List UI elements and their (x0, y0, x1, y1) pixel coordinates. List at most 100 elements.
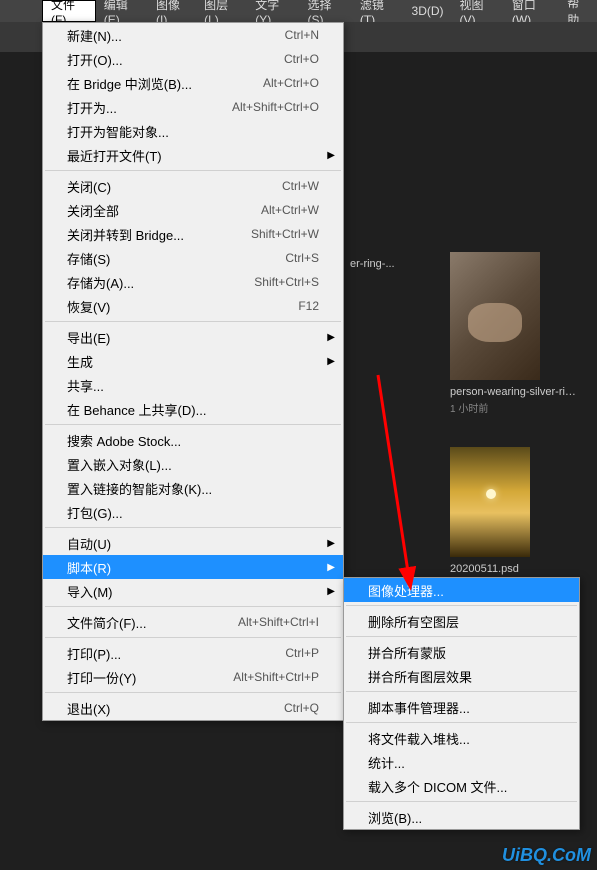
menu-item-shortcut: Alt+Shift+Ctrl+I (238, 615, 319, 629)
menu-item-label: 最近打开文件(T) (67, 146, 162, 165)
menu-item[interactable]: 置入链接的智能对象(K)... (43, 476, 343, 500)
menu-separator (45, 424, 341, 425)
menu-item[interactable]: 打印一份(Y)Alt+Shift+Ctrl+P (43, 665, 343, 689)
menubar-item[interactable]: 滤镜(T) (352, 0, 404, 22)
recent-file-card[interactable]: person-wearing-silver-rin... 1 小时前 (450, 252, 580, 415)
menubar: 文件(F)编辑(E)图像(I)图层(L)文字(Y)选择(S)滤镜(T)3D(D)… (0, 0, 597, 22)
menu-item[interactable]: 自动(U) ▶ (43, 531, 343, 555)
menu-item-label: 打包(G)... (67, 503, 123, 522)
menu-separator (45, 637, 341, 638)
menu-item-shortcut: Ctrl+S (285, 251, 319, 265)
menu-item-label: 打印(P)... (67, 644, 121, 663)
menu-item-label: 恢复(V) (67, 297, 110, 316)
menu-item-label: 文件简介(F)... (67, 613, 146, 632)
menu-item-label: 关闭全部 (67, 201, 119, 220)
menubar-item[interactable]: 文件(F) (42, 0, 96, 22)
scripts-submenu: 图像处理器... 删除所有空图层拼合所有蒙版拼合所有图层效果脚本事件管理器... 将… (343, 577, 580, 830)
menu-item[interactable]: 打包(G)... (43, 500, 343, 524)
menu-item[interactable]: 浏览(B)... (344, 805, 579, 829)
menu-item-label: 新建(N)... (67, 26, 122, 45)
menubar-item[interactable]: 图层(L) (196, 0, 247, 22)
menu-item[interactable]: 关闭并转到 Bridge...Shift+Ctrl+W (43, 222, 343, 246)
file-menu-dropdown: 新建(N)... Ctrl+N 打开(O)...Ctrl+O在 Bridge 中浏览… (42, 22, 344, 721)
menu-item[interactable]: 在 Bridge 中浏览(B)...Alt+Ctrl+O (43, 71, 343, 95)
menu-item-label: 自动(U) (67, 534, 111, 553)
menu-item[interactable]: 将文件载入堆栈... (344, 726, 579, 750)
menu-item[interactable]: 导出(E) ▶ (43, 325, 343, 349)
menu-item[interactable]: 最近打开文件(T) ▶ (43, 143, 343, 167)
submenu-arrow-icon: ▶ (327, 356, 335, 367)
menu-item[interactable]: 恢复(V)F12 (43, 294, 343, 318)
recent-file-card[interactable]: er-ring-... (350, 252, 410, 270)
menu-item-label: 删除所有空图层 (368, 612, 459, 631)
menu-item[interactable]: 导入(M) ▶ (43, 579, 343, 603)
menu-item[interactable]: 打开(O)...Ctrl+O (43, 47, 343, 71)
menu-item[interactable]: 统计... (344, 750, 579, 774)
menu-item-label: 生成 (67, 352, 93, 371)
menu-item-label: 关闭(C) (67, 177, 111, 196)
menu-item[interactable]: 打开为...Alt+Shift+Ctrl+O (43, 95, 343, 119)
menu-item[interactable]: 载入多个 DICOM 文件... (344, 774, 579, 798)
menu-item-label: 导入(M) (67, 582, 113, 601)
menu-item[interactable]: 脚本(R)▶ (43, 555, 343, 579)
menu-item-label: 关闭并转到 Bridge... (67, 225, 184, 244)
menu-item[interactable]: 置入嵌入对象(L)... (43, 452, 343, 476)
menu-item[interactable]: 脚本事件管理器... (344, 695, 579, 719)
thumb-label: person-wearing-silver-rin... (450, 386, 580, 398)
menu-item[interactable]: 打印(P)...Ctrl+P (43, 641, 343, 665)
menu-item[interactable]: 退出(X)Ctrl+Q (43, 696, 343, 720)
menu-item[interactable]: 关闭(C) Ctrl+W (43, 174, 343, 198)
thumb-image (450, 447, 530, 557)
menu-item-shortcut: Alt+Ctrl+W (261, 203, 319, 217)
menubar-item[interactable]: 帮助 (559, 0, 597, 22)
menu-item-label: 置入嵌入对象(L)... (67, 455, 172, 474)
menu-item-label: 拼合所有蒙版 (368, 643, 446, 662)
menu-item[interactable]: 共享... (43, 373, 343, 397)
menu-item[interactable]: 文件简介(F)... Alt+Shift+Ctrl+I (43, 610, 343, 634)
menu-item[interactable]: 存储(S)Ctrl+S (43, 246, 343, 270)
menubar-item[interactable]: 窗口(W) (504, 0, 559, 22)
menu-item[interactable]: 存储为(A)...Shift+Ctrl+S (43, 270, 343, 294)
submenu-arrow-icon: ▶ (327, 538, 335, 549)
recent-file-card[interactable]: 20200511.psd 5月 10日, 12:22 中午 (450, 447, 580, 592)
thumb-label: er-ring-... (350, 258, 410, 270)
menu-item[interactable]: 关闭全部 Alt+Ctrl+W (43, 198, 343, 222)
menu-item[interactable]: 图像处理器... (344, 578, 579, 602)
menu-item-label: 脚本事件管理器... (368, 698, 470, 717)
menu-item-shortcut: Alt+Shift+Ctrl+P (233, 670, 319, 684)
watermark: UiBQ.CoM (502, 845, 591, 866)
menu-item[interactable]: 生成 ▶ (43, 349, 343, 373)
menu-item-shortcut: Ctrl+Q (284, 701, 319, 715)
menu-separator (346, 605, 577, 606)
thumb-image (450, 252, 540, 380)
menubar-item[interactable]: 编辑(E) (96, 0, 148, 22)
menu-item-shortcut: Ctrl+W (282, 179, 319, 193)
menu-item[interactable]: 在 Behance 上共享(D)... (43, 397, 343, 421)
menu-item[interactable]: 新建(N)... Ctrl+N (43, 23, 343, 47)
menu-item[interactable]: 打开为智能对象... (43, 119, 343, 143)
thumb-time: 1 小时前 (450, 400, 580, 415)
menu-separator (346, 722, 577, 723)
menu-item[interactable]: 拼合所有图层效果 (344, 664, 579, 688)
submenu-arrow-icon: ▶ (327, 332, 335, 343)
submenu-arrow-icon: ▶ (327, 150, 335, 161)
menu-item[interactable]: 搜索 Adobe Stock... (43, 428, 343, 452)
menu-separator (346, 636, 577, 637)
menu-item[interactable]: 删除所有空图层 (344, 609, 579, 633)
menubar-item[interactable]: 文字(Y) (247, 0, 299, 22)
menu-separator (45, 321, 341, 322)
menubar-item[interactable]: 视图(V) (452, 0, 504, 22)
menu-item-label: 图像处理器... (368, 581, 444, 600)
submenu-arrow-icon: ▶ (327, 586, 335, 597)
menu-item-label: 共享... (67, 376, 104, 395)
menubar-item[interactable]: 选择(S) (300, 0, 352, 22)
menubar-item[interactable]: 图像(I) (148, 0, 196, 22)
menu-item-shortcut: Shift+Ctrl+S (254, 275, 319, 289)
menu-separator (346, 801, 577, 802)
menu-item-shortcut: Ctrl+O (284, 52, 319, 66)
menubar-item[interactable]: 3D(D) (404, 0, 452, 22)
menu-item-shortcut: Ctrl+N (285, 28, 319, 42)
menu-item-label: 浏览(B)... (368, 808, 422, 827)
menu-item-label: 导出(E) (67, 328, 110, 347)
menu-item[interactable]: 拼合所有蒙版 (344, 640, 579, 664)
